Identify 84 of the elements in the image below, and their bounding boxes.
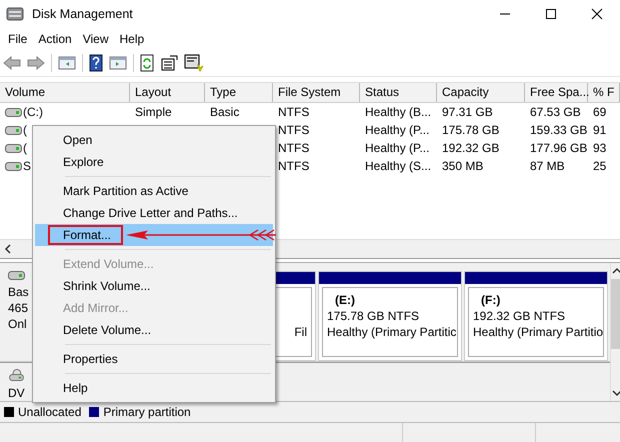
disk-drive-icon xyxy=(6,6,24,22)
scroll-up-icon[interactable] xyxy=(612,267,620,275)
disk-label: Onl xyxy=(8,317,27,332)
drive-icon xyxy=(5,108,22,116)
scroll-left-icon[interactable] xyxy=(3,244,13,254)
table-cell: Healthy (B... xyxy=(365,105,432,119)
legend-label: Primary partition xyxy=(103,405,191,419)
partition-name: (F:) xyxy=(480,293,500,307)
menu-item[interactable]: Explore xyxy=(35,151,273,173)
menu-item[interactable]: Delete Volume... xyxy=(35,319,273,341)
menu-item[interactable]: Open xyxy=(35,129,273,151)
table-cell: 67.53 GB xyxy=(530,105,581,119)
column-header[interactable]: % F xyxy=(588,83,620,102)
column-header[interactable]: Status xyxy=(360,83,437,102)
drive-icon xyxy=(8,271,25,280)
table-cell: 87 MB xyxy=(530,159,565,173)
table-cell: 192.32 GB xyxy=(442,141,500,155)
table-cell: 350 MB xyxy=(442,159,484,173)
table-cell: Basic xyxy=(210,105,240,119)
menu-item[interactable]: Change Drive Letter and Paths... xyxy=(35,202,273,224)
drive-icon xyxy=(5,162,22,170)
scroll-down-icon[interactable] xyxy=(612,389,620,397)
table-cell: 91 xyxy=(593,123,606,137)
window-title: Disk Management xyxy=(32,7,133,21)
disk-label: Bas xyxy=(8,285,29,300)
drive-icon xyxy=(5,126,22,134)
table-cell: S xyxy=(23,159,32,173)
close-icon[interactable] xyxy=(591,8,603,20)
table-cell: 25 xyxy=(593,159,606,173)
table-cell: Simple xyxy=(135,105,172,119)
menu-item[interactable]: Format... xyxy=(35,224,273,246)
properties-icon[interactable] xyxy=(160,55,178,71)
refresh-icon[interactable] xyxy=(140,54,154,72)
menu-item[interactable]: Help xyxy=(116,32,150,46)
column-header[interactable]: File System xyxy=(273,83,360,102)
optical-drive-icon xyxy=(8,369,25,381)
help-icon[interactable] xyxy=(89,54,103,72)
menu-item[interactable]: File xyxy=(4,32,32,46)
menu-item[interactable]: View xyxy=(78,32,114,46)
table-cell: NTFS xyxy=(278,141,310,155)
menu-item[interactable]: Properties xyxy=(35,348,273,370)
table-cell: Healthy (P... xyxy=(365,123,430,137)
table-cell: 177.96 GB xyxy=(530,141,588,155)
menu-item[interactable]: Shrink Volume... xyxy=(35,275,273,297)
partition-status: Healthy (Primary Partitic xyxy=(327,325,456,339)
table-cell: 159.33 GB xyxy=(530,123,588,137)
partition-status: Fil xyxy=(294,325,307,339)
table-cell: NTFS xyxy=(278,159,310,173)
table-cell: ( xyxy=(23,123,27,137)
drive-icon xyxy=(5,144,22,152)
table-cell: NTFS xyxy=(278,123,310,137)
column-header[interactable]: Layout xyxy=(130,83,205,102)
table-cell: (C:) xyxy=(23,105,43,119)
partition-status: Healthy (Primary Partitio xyxy=(473,325,603,339)
disk-wizard-icon[interactable] xyxy=(184,54,204,72)
console-tree-icon[interactable] xyxy=(58,55,76,71)
legend-label: Unallocated xyxy=(18,405,82,419)
partition-block[interactable]: (E:) 175.78 GB NTFS Healthy (Primary Partitic xyxy=(318,271,462,361)
table-cell: NTFS xyxy=(278,105,310,119)
forward-arrow-icon[interactable] xyxy=(27,56,45,70)
table-cell: 69 xyxy=(593,105,606,119)
partition-size: 192.32 GB NTFS xyxy=(473,309,566,323)
scrollbar-thumb[interactable] xyxy=(611,279,620,349)
partition-name: (E:) xyxy=(334,293,355,307)
maximize-icon[interactable] xyxy=(545,8,557,20)
disk-label: 465 xyxy=(8,301,28,316)
column-header[interactable]: Volume xyxy=(0,83,130,102)
table-cell: 97.31 GB xyxy=(442,105,493,119)
partition-size: 175.78 GB NTFS xyxy=(327,309,420,323)
column-header[interactable]: Capacity xyxy=(437,83,525,102)
menu-item[interactable]: Help xyxy=(35,377,273,399)
table-cell: Healthy (P... xyxy=(365,141,430,155)
menu-item[interactable]: Mark Partition as Active xyxy=(35,180,273,202)
column-header[interactable]: Type xyxy=(205,83,273,102)
table-cell: 175.78 GB xyxy=(442,123,500,137)
menu-item[interactable]: Action xyxy=(34,32,77,46)
action-pane-icon[interactable] xyxy=(109,55,127,71)
table-cell: ( xyxy=(23,141,27,155)
column-header[interactable]: Free Spa... xyxy=(525,83,588,102)
table-cell: Healthy (S... xyxy=(365,159,432,173)
back-arrow-icon[interactable] xyxy=(3,56,21,70)
disk-label: DV xyxy=(8,386,25,401)
partition-block[interactable]: (F:) 192.32 GB NTFS Healthy (Primary Partitio xyxy=(464,271,608,361)
table-cell: 93 xyxy=(593,141,606,155)
